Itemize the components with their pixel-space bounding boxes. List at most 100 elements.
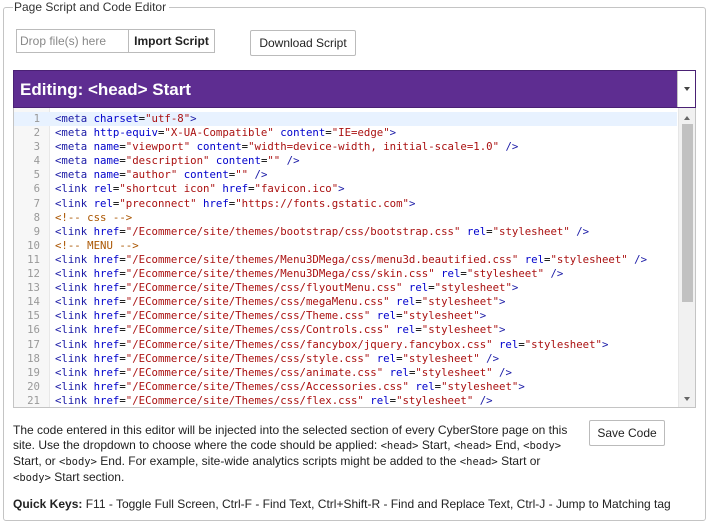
line-number: 16	[27, 323, 40, 337]
code-line[interactable]: 3 <meta name="viewport" content="width=de…	[14, 140, 677, 154]
code-token: <link	[55, 182, 94, 196]
code-token: rel	[389, 323, 416, 337]
code-line[interactable]: 10 <!-- MENU -->	[14, 239, 677, 253]
code-line[interactable]: 2 <meta http-equiv="X-UA-Compatible" cont…	[14, 126, 677, 140]
code-token: "stylesheet"	[402, 309, 480, 323]
code-line[interactable]: 16 <link href="/ECommerce/site/Themes/css…	[14, 323, 677, 337]
code-token: "/ECommerce/site/Themes/css/Theme.css"	[125, 309, 371, 323]
code-line[interactable]: 4 <meta name="description" content="" />	[14, 154, 677, 168]
arrow-up-icon[interactable]	[684, 116, 690, 120]
help-code: <head>	[459, 456, 498, 468]
code-token: "utf-8"	[145, 112, 191, 125]
code-line[interactable]: 6 <link rel="shortcut icon" href="favicon…	[14, 182, 677, 196]
code-line[interactable]: 7 <link rel="preconnect" href="https://fo…	[14, 197, 677, 211]
code-token: rel	[389, 295, 416, 309]
help-text-part: Start, or	[13, 454, 60, 468]
code-token: <link	[55, 267, 94, 281]
code-token: >	[499, 323, 506, 337]
code-line[interactable]: 13 <link href="/ECommerce/site/Themes/css…	[14, 281, 677, 295]
code-line[interactable]: 9 <link href="/Ecommerce/site/themes/boot…	[14, 225, 677, 239]
code-token: "/ECommerce/site/Themes/css/flyoutMenu.c…	[125, 281, 403, 295]
code-token: "stylesheet"	[441, 379, 519, 393]
code-line[interactable]: 12 <link href="/Ecommerce/site/themes/Men…	[14, 267, 677, 281]
code-token: "/ECommerce/site/Themes/css/style.css"	[125, 351, 371, 365]
code-line[interactable]: 8 <!-- css -->	[14, 211, 677, 225]
file-import-group: Drop file(s) here Import Script	[16, 29, 215, 53]
code-token: href	[93, 323, 120, 337]
download-script-button[interactable]: Download Script	[250, 30, 356, 56]
code-token: >	[601, 337, 609, 351]
code-token: />	[544, 267, 564, 281]
code-token: />	[569, 224, 590, 238]
code-token: rel	[434, 267, 461, 281]
section-dropdown[interactable]	[677, 71, 695, 107]
code-token: rel	[408, 379, 435, 393]
code-token: content	[273, 126, 326, 140]
help-code: <body>	[13, 472, 51, 484]
code-token: >	[479, 309, 487, 323]
code-token: <link	[55, 196, 94, 210]
code-line[interactable]: 14 <link href="/ECommerce/site/Themes/css…	[14, 295, 677, 309]
code-token: "/ECommerce/site/Themes/css/flex.css"	[125, 393, 364, 407]
code-token: <link	[55, 323, 94, 337]
code-token: "description"	[125, 154, 210, 168]
code-token: <link	[55, 224, 94, 238]
code-line[interactable]: 19 <link href="/ECommerce/site/Themes/css…	[14, 366, 677, 380]
save-code-button[interactable]: Save Code	[589, 420, 665, 446]
code-token: <!-- MENU -->	[55, 238, 139, 252]
quick-keys: Quick Keys: F11 - Toggle Full Screen, Ct…	[13, 497, 671, 511]
code-token: href	[93, 365, 120, 379]
drop-zone[interactable]: Drop file(s) here	[17, 30, 129, 52]
code-token: name	[93, 140, 120, 154]
code-token: <meta	[55, 154, 94, 168]
code-line[interactable]: 1 <meta charset="utf-8">	[14, 112, 677, 127]
scroll-thumb[interactable]	[682, 124, 693, 302]
line-number: 5	[33, 168, 40, 182]
code-token: rel	[383, 365, 409, 379]
code-line[interactable]: 15 <link href="/ECommerce/site/Themes/css…	[14, 309, 677, 323]
code-token: <!-- css -->	[55, 210, 133, 224]
line-text: <link href="/Ecommerce/site/themes/Menu3…	[55, 267, 563, 281]
editor-scrollbar[interactable]	[678, 108, 695, 407]
code-token: charset	[93, 112, 139, 125]
code-line[interactable]: 17 <link href="/ECommerce/site/Themes/css…	[14, 338, 677, 352]
code-token: <meta	[55, 168, 94, 182]
code-token: rel	[402, 281, 429, 295]
help-code: <head>	[380, 440, 419, 452]
code-token: rel	[518, 252, 545, 266]
line-number: 15	[27, 309, 40, 323]
code-editor[interactable]: 1 <meta charset="utf-8"> 2 <meta http-equiv…	[13, 108, 696, 408]
help-text-part: End,	[491, 438, 524, 452]
editor-header: Editing: <head> Start	[13, 70, 696, 108]
code-token: href	[93, 267, 120, 281]
code-line[interactable]: 18 <link href="/ECommerce/site/Themes/css…	[14, 352, 677, 366]
line-text: <link href="/ECommerce/site/Themes/css/f…	[55, 393, 493, 407]
code-token: rel	[93, 196, 113, 210]
code-token: content	[190, 140, 242, 154]
help-text-part: End. For example, site-wide analytics sc…	[96, 454, 460, 468]
arrow-down-icon[interactable]	[684, 397, 690, 401]
code-token: "width=device-width, initial-scale=1.0"	[248, 140, 500, 154]
code-token: />	[280, 154, 300, 168]
code-token: <link	[55, 337, 94, 351]
code-token: content	[209, 154, 261, 168]
code-token: "/ECommerce/site/Themes/css/Accessories.…	[125, 379, 409, 393]
code-lines[interactable]: 1 <meta charset="utf-8"> 2 <meta http-equiv…	[14, 112, 677, 407]
code-token: href	[93, 351, 120, 365]
code-token: href	[93, 393, 120, 407]
quick-keys-label: Quick Keys:	[13, 497, 83, 511]
line-text: <link href="/ECommerce/site/Themes/css/m…	[55, 295, 505, 309]
line-text: <meta name="viewport" content="width=dev…	[55, 140, 518, 154]
code-token: rel	[370, 309, 397, 323]
code-line[interactable]: 21 <link href="/ECommerce/site/Themes/css…	[14, 393, 677, 407]
code-token: >	[408, 196, 416, 210]
line-number: 6	[33, 182, 40, 196]
line-text: <link href="/ECommerce/site/Themes/css/A…	[55, 380, 525, 394]
line-number: 11	[27, 252, 40, 266]
code-token: rel	[370, 351, 397, 365]
import-script-button[interactable]: Import Script	[129, 30, 214, 52]
line-text: <link rel="preconnect" href="https://fon…	[55, 197, 415, 211]
code-line[interactable]: 20 <link href="/ECommerce/site/Themes/css…	[14, 380, 677, 394]
code-line[interactable]: 11 <link href="/Ecommerce/site/themes/Men…	[14, 253, 677, 267]
code-line[interactable]: 5 <meta name="author" content="" />	[14, 168, 677, 182]
